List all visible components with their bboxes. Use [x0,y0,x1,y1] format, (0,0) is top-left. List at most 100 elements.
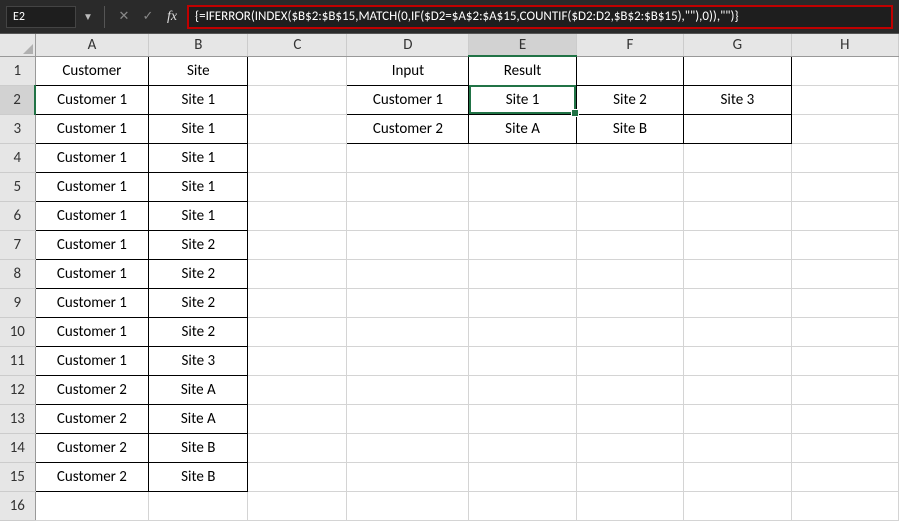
cell-H10[interactable] [791,317,898,346]
cell-C3[interactable] [248,114,347,143]
chevron-down-icon[interactable]: ▼ [82,10,94,23]
cell-H3[interactable] [791,114,898,143]
cell-B11[interactable]: Site 3 [149,346,248,375]
cell-E9[interactable] [469,288,576,317]
cell-G4[interactable] [684,143,791,172]
cell-H4[interactable] [791,143,898,172]
row-head-15[interactable]: 15 [0,462,35,491]
cell-A13[interactable]: Customer 2 [35,404,149,433]
cell-A5[interactable]: Customer 1 [35,172,149,201]
cell-B6[interactable]: Site 1 [149,201,248,230]
cell-A8[interactable]: Customer 1 [35,259,149,288]
cell-H2[interactable] [791,85,898,114]
cell-E5[interactable] [469,172,576,201]
cell-D7[interactable] [347,230,469,259]
cell-E11[interactable] [469,346,576,375]
cell-B1[interactable]: Site [149,56,248,85]
col-head-E[interactable]: E [469,34,576,56]
cell-C10[interactable] [248,317,347,346]
cell-A3[interactable]: Customer 1 [35,114,149,143]
cell-C16[interactable] [248,491,347,520]
cell-A9[interactable]: Customer 1 [35,288,149,317]
cell-E8[interactable] [469,259,576,288]
cell-B16[interactable] [149,491,248,520]
cell-F7[interactable] [576,230,683,259]
cell-B3[interactable]: Site 1 [149,114,248,143]
cell-C4[interactable] [248,143,347,172]
cell-F15[interactable] [576,462,683,491]
cell-E7[interactable] [469,230,576,259]
cell-D5[interactable] [347,172,469,201]
cell-A2[interactable]: Customer 1 [35,85,149,114]
cell-A10[interactable]: Customer 1 [35,317,149,346]
col-head-B[interactable]: B [149,34,248,56]
row-head-13[interactable]: 13 [0,404,35,433]
row-head-1[interactable]: 1 [0,56,35,85]
row-head-16[interactable]: 16 [0,491,35,520]
row-head-2[interactable]: 2 [0,85,35,114]
cell-B7[interactable]: Site 2 [149,230,248,259]
cell-C7[interactable] [248,230,347,259]
cell-F4[interactable] [576,143,683,172]
cell-D2[interactable]: Customer 1 [347,85,469,114]
cell-D14[interactable] [347,433,469,462]
cell-H1[interactable] [791,56,898,85]
cell-D16[interactable] [347,491,469,520]
cell-B12[interactable]: Site A [149,375,248,404]
cell-A6[interactable]: Customer 1 [35,201,149,230]
cell-D8[interactable] [347,259,469,288]
cell-C11[interactable] [248,346,347,375]
cell-B9[interactable]: Site 2 [149,288,248,317]
cell-E6[interactable] [469,201,576,230]
cell-C13[interactable] [248,404,347,433]
cell-B8[interactable]: Site 2 [149,259,248,288]
cell-A12[interactable]: Customer 2 [35,375,149,404]
cell-B2[interactable]: Site 1 [149,85,248,114]
cell-C15[interactable] [248,462,347,491]
cell-H11[interactable] [791,346,898,375]
cell-B13[interactable]: Site A [149,404,248,433]
enter-icon[interactable]: ✓ [139,8,157,26]
cell-A1[interactable]: Customer [35,56,149,85]
cell-H5[interactable] [791,172,898,201]
col-head-G[interactable]: G [684,34,791,56]
cell-D10[interactable] [347,317,469,346]
cell-G13[interactable] [684,404,791,433]
cell-B5[interactable]: Site 1 [149,172,248,201]
cell-D3[interactable]: Customer 2 [347,114,469,143]
fx-icon[interactable]: fx [163,8,181,26]
cell-C8[interactable] [248,259,347,288]
cancel-icon[interactable]: ✕ [115,8,133,26]
cell-C2[interactable] [248,85,347,114]
cell-H14[interactable] [791,433,898,462]
cell-B15[interactable]: Site B [149,462,248,491]
row-head-7[interactable]: 7 [0,230,35,259]
cell-C14[interactable] [248,433,347,462]
cell-G11[interactable] [684,346,791,375]
cell-F6[interactable] [576,201,683,230]
col-head-C[interactable]: C [248,34,347,56]
cell-G2[interactable]: Site 3 [684,85,791,114]
cell-A7[interactable]: Customer 1 [35,230,149,259]
cell-F9[interactable] [576,288,683,317]
cell-B4[interactable]: Site 1 [149,143,248,172]
cell-F2[interactable]: Site 2 [576,85,683,114]
cell-E15[interactable] [469,462,576,491]
cell-H12[interactable] [791,375,898,404]
cell-C9[interactable] [248,288,347,317]
cell-D12[interactable] [347,375,469,404]
cell-C1[interactable] [248,56,347,85]
cell-F10[interactable] [576,317,683,346]
row-head-8[interactable]: 8 [0,259,35,288]
cell-E4[interactable] [469,143,576,172]
cell-G1[interactable] [684,56,791,85]
cell-H7[interactable] [791,230,898,259]
cell-D9[interactable] [347,288,469,317]
row-head-5[interactable]: 5 [0,172,35,201]
cell-H13[interactable] [791,404,898,433]
cell-E1[interactable]: Result [469,56,576,85]
select-all-corner[interactable] [0,34,35,56]
cell-F5[interactable] [576,172,683,201]
cell-F8[interactable] [576,259,683,288]
cell-E13[interactable] [469,404,576,433]
